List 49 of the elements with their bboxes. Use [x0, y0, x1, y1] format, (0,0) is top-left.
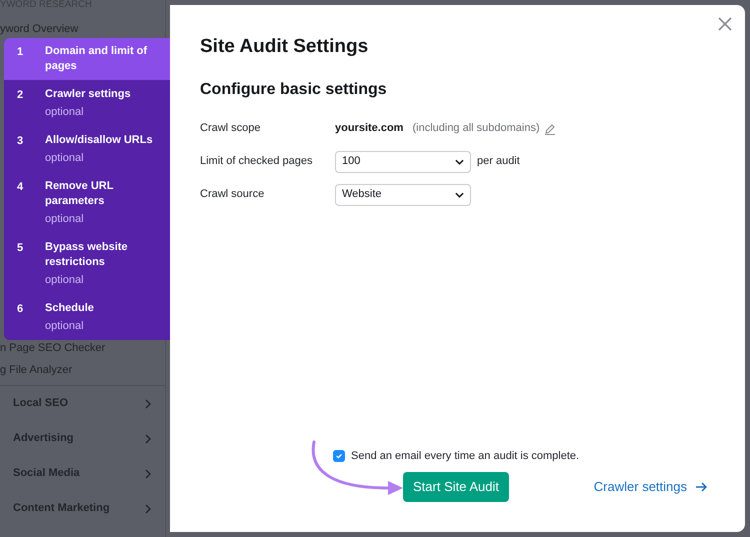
sidebar-section: Local SEO	[13, 395, 68, 412]
step-title: Crawler settings	[45, 87, 131, 102]
step-title: Domain and limit of pages	[45, 44, 148, 74]
step-title: Allow/disallow URLs	[45, 133, 153, 148]
step-number: 6	[17, 302, 23, 317]
step-item[interactable]: 1 Domain and limit of pages	[4, 38, 170, 80]
chevron-icon	[145, 504, 151, 514]
step-number: 1	[17, 45, 23, 60]
caret-icon	[455, 158, 464, 164]
close-button[interactable]	[717, 16, 733, 32]
step-note: optional	[45, 212, 85, 227]
sidebar-item: g File Analyzer	[0, 363, 74, 378]
field-label: Crawl source	[200, 187, 266, 202]
dropdown-field[interactable]: 100	[335, 150, 471, 172]
dropdown-field[interactable]: Website	[335, 184, 471, 206]
caret-icon	[455, 192, 464, 198]
arrow-icon	[695, 482, 707, 492]
chevron-icon	[145, 468, 151, 478]
step-number: 2	[17, 88, 23, 103]
step-note: optional	[45, 105, 85, 120]
check-icon	[335, 452, 343, 460]
dialog-title: Site Audit Settings	[200, 35, 370, 59]
chevron-icon	[145, 398, 151, 408]
section-heading: Configure basic settings	[200, 80, 388, 100]
sidebar-section: Advertising	[13, 430, 74, 447]
close-icon	[717, 16, 733, 32]
email-checkbox[interactable]	[333, 450, 345, 462]
step-title: Remove URL parameters	[45, 179, 114, 209]
field-value: yoursite.com	[335, 121, 404, 136]
sidebar-section: Social Media	[13, 465, 80, 482]
step-number: 3	[17, 134, 23, 149]
field-label: Limit of checked pages	[200, 154, 314, 170]
chevron-icon	[145, 434, 151, 444]
field-suffix: per audit	[477, 154, 520, 170]
crawler-settings-link[interactable]: Crawler settings	[594, 477, 707, 497]
pencil-icon[interactable]	[544, 122, 556, 134]
field-label: Crawl scope	[200, 121, 262, 136]
sidebar-item: n Page SEO Checker	[0, 341, 106, 356]
step-title: Schedule	[45, 301, 94, 316]
step-note: optional	[45, 273, 85, 288]
checkbox-label: Send an email every time an audit is complete.	[351, 448, 580, 464]
sidebar-section: Content Marketing	[13, 500, 110, 517]
step-number: 4	[17, 180, 23, 195]
sidebar-item: yword Overview	[0, 22, 80, 35]
field-hint: (including all subdomains)	[412, 121, 540, 136]
step-note: optional	[45, 151, 85, 166]
step-note: optional	[45, 319, 85, 334]
step-number: 5	[17, 241, 23, 256]
step-title: Bypass website restrictions	[45, 240, 129, 270]
